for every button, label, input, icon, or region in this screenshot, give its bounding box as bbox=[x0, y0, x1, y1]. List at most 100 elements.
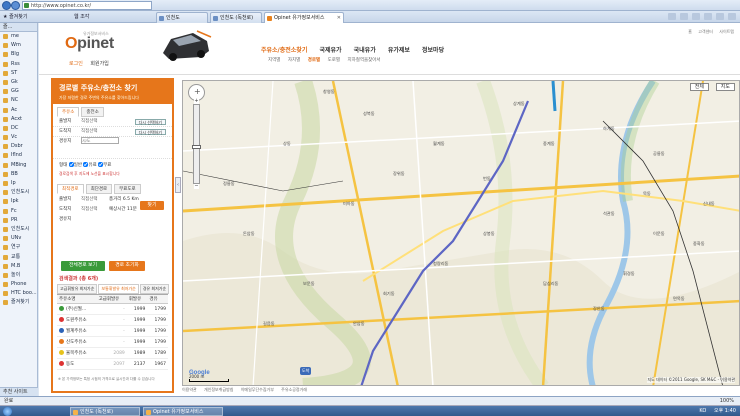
opinet-logo[interactable]: Opinet bbox=[65, 35, 114, 53]
subnav-subway[interactable]: 지하철역을찾아서 bbox=[347, 58, 380, 63]
table-row[interactable]: 율목주유소 2089 1989 1789 bbox=[57, 347, 168, 359]
favorite-item[interactable]: Ipk bbox=[0, 197, 37, 206]
table-row[interactable]: (주)신월... -1999 1799 bbox=[57, 303, 168, 315]
favorite-item[interactable]: Dsbr bbox=[0, 142, 37, 151]
favorite-item[interactable]: GG bbox=[0, 87, 37, 96]
nav-station-search[interactable]: 주유소/충전소찾기 bbox=[261, 47, 307, 54]
zoom-in-icon[interactable]: + bbox=[194, 99, 199, 104]
tab-gas-station[interactable]: 주유소 bbox=[57, 107, 80, 117]
tab-shortest-route[interactable]: 최단경로 bbox=[85, 184, 113, 194]
forward-button[interactable] bbox=[11, 1, 20, 10]
favorite-item[interactable]: Vc bbox=[0, 133, 37, 142]
close-tab-icon[interactable]: ✕ bbox=[337, 13, 341, 23]
sort-regular-tab[interactable]: 보통휘발유 최저가순 bbox=[98, 284, 139, 294]
support-link[interactable]: 고객센터 bbox=[698, 29, 713, 34]
tab-charging-station[interactable]: 충전소 bbox=[81, 107, 104, 117]
url-input[interactable]: http://www.opinet.co.kr/ bbox=[22, 1, 152, 10]
nav-intl-oil[interactable]: 국제유가 bbox=[319, 47, 341, 54]
favorite-item[interactable]: Gk bbox=[0, 78, 37, 87]
favorite-item[interactable]: ST bbox=[0, 69, 37, 78]
favorite-item[interactable]: MBing bbox=[0, 161, 37, 170]
page-menu-icon[interactable] bbox=[716, 13, 724, 20]
subnav-region[interactable]: 지역별 bbox=[268, 58, 280, 63]
login-link[interactable]: 로그인 bbox=[69, 61, 83, 67]
favorite-item[interactable]: Ip bbox=[0, 179, 37, 188]
favorite-item[interactable]: Blg bbox=[0, 50, 37, 59]
web-slices-button[interactable]: 웹 조각 bbox=[74, 13, 89, 21]
station-name[interactable]: (주)신월... bbox=[66, 307, 86, 312]
home-icon[interactable] bbox=[668, 13, 676, 20]
start-button[interactable] bbox=[3, 407, 12, 416]
sitemap-link[interactable]: 사이트맵 bbox=[719, 29, 734, 34]
favorite-item[interactable]: Rss bbox=[0, 60, 37, 69]
station-name[interactable]: 월계주유소 bbox=[66, 329, 87, 334]
print-icon[interactable] bbox=[704, 13, 712, 20]
favorite-item[interactable]: BB bbox=[0, 170, 37, 179]
subnav-road[interactable]: 도로별 bbox=[328, 58, 340, 63]
nav-price-report[interactable]: 유가제보 bbox=[388, 47, 410, 54]
origin-select-button[interactable]: 다시 선택하기 bbox=[134, 119, 166, 125]
favorite-item[interactable]: Fc bbox=[0, 207, 37, 216]
favorite-item[interactable]: NC bbox=[0, 96, 37, 105]
clock[interactable]: 오후 1:40 bbox=[714, 408, 736, 414]
table-row[interactable]: 신도주유소 -1999 1799 bbox=[57, 336, 168, 348]
favorite-item[interactable]: Iflnd bbox=[0, 151, 37, 160]
station-name[interactable]: 율목주유소 bbox=[66, 351, 87, 356]
map-type-all-button[interactable]: 전체 bbox=[689, 83, 709, 91]
table-row[interactable]: 월계주유소 -1999 1799 bbox=[57, 325, 168, 337]
favorite-item[interactable]: Ac bbox=[0, 106, 37, 115]
footer-email-link[interactable]: 이메일무단수집거부 bbox=[241, 387, 274, 392]
browser-tab-2[interactable]: 인천도 (독천로) bbox=[210, 12, 262, 23]
via-select[interactable] bbox=[81, 137, 119, 144]
footer-privacy-link[interactable]: 개인정보취급방침 bbox=[204, 387, 233, 392]
favorite-item[interactable]: M.B bbox=[0, 262, 37, 271]
sort-diesel-tab[interactable]: 경유 최저가순 bbox=[139, 284, 170, 294]
favorite-item[interactable]: 인천도시 bbox=[0, 188, 37, 197]
dest-select-button[interactable]: 다시 선택하기 bbox=[134, 129, 166, 135]
zoom-handle[interactable] bbox=[192, 145, 201, 149]
subnav-district[interactable]: 자치별 bbox=[288, 58, 300, 63]
reset-route-button[interactable]: 경로 초기화 bbox=[109, 261, 145, 271]
favorite-item[interactable]: 연구 bbox=[0, 243, 37, 252]
favorite-item[interactable]: 인천도시 bbox=[0, 225, 37, 234]
taskbar-item-2[interactable]: Opinet 유가정보서비스 bbox=[143, 407, 223, 416]
table-row[interactable]: 동도 2097 2137 1967 bbox=[57, 358, 168, 370]
map-type-map-button[interactable]: 지도 bbox=[715, 83, 735, 91]
favorite-item[interactable]: 즐겨찾기 bbox=[0, 298, 37, 307]
feeds-icon[interactable] bbox=[680, 13, 688, 20]
taskbar-item-1[interactable]: 인천도 (독천로) bbox=[70, 407, 140, 416]
tab-free-road[interactable]: 무료도로 bbox=[114, 184, 141, 194]
zoom-out-icon[interactable]: − bbox=[194, 184, 199, 189]
route-end-pin[interactable]: 도착 bbox=[300, 367, 312, 375]
home-link[interactable]: 홈 bbox=[688, 29, 692, 34]
station-name[interactable]: 신도주유소 bbox=[66, 340, 87, 345]
nav-info[interactable]: 정보마당 bbox=[422, 47, 444, 54]
find-button[interactable]: 찾기 bbox=[140, 201, 164, 210]
favorite-item[interactable]: 교통 bbox=[0, 253, 37, 262]
favorite-item[interactable]: PR bbox=[0, 216, 37, 225]
ime-indicator[interactable]: KO bbox=[699, 408, 706, 414]
back-button[interactable] bbox=[2, 1, 11, 10]
route-map[interactable]: 전체 지도 +− 창영동성북동상계동중계동하계동공릉동월계동상동장위동번동미아동… bbox=[182, 80, 740, 386]
tools-icon[interactable] bbox=[728, 13, 736, 20]
footer-terms-link[interactable]: 이용약관 bbox=[182, 387, 197, 392]
favorite-item[interactable]: DC bbox=[0, 124, 37, 133]
zoom-level[interactable]: 100% bbox=[720, 397, 734, 406]
favorite-item[interactable]: me bbox=[0, 32, 37, 41]
favorite-item[interactable]: 놀이 bbox=[0, 271, 37, 280]
mail-icon[interactable] bbox=[692, 13, 700, 20]
join-link[interactable]: 회원가입 bbox=[90, 61, 108, 67]
favorite-item[interactable]: Acxt bbox=[0, 115, 37, 124]
table-row[interactable]: 도원주유소 -1999 1799 bbox=[57, 314, 168, 326]
favorite-item[interactable]: Phone bbox=[0, 280, 37, 289]
favorites-button[interactable]: ★ 즐겨찾기 bbox=[3, 13, 27, 21]
suggested-sites-link[interactable]: 추천 사이트 bbox=[0, 387, 38, 396]
browser-tab-1[interactable]: 인천도 bbox=[156, 12, 208, 23]
favorite-item[interactable]: UNv bbox=[0, 234, 37, 243]
footer-fair-trade-link[interactable]: 주유소공정거래 bbox=[281, 387, 307, 392]
view-full-route-button[interactable]: 전체경로 보기 bbox=[61, 261, 105, 271]
station-name[interactable]: 동도 bbox=[66, 362, 74, 367]
favorite-item[interactable]: HTC boo... bbox=[0, 289, 37, 298]
subnav-route[interactable]: 경로별 bbox=[308, 58, 320, 63]
sort-premium-tab[interactable]: 고급휘발유 최저가순 bbox=[57, 284, 98, 294]
